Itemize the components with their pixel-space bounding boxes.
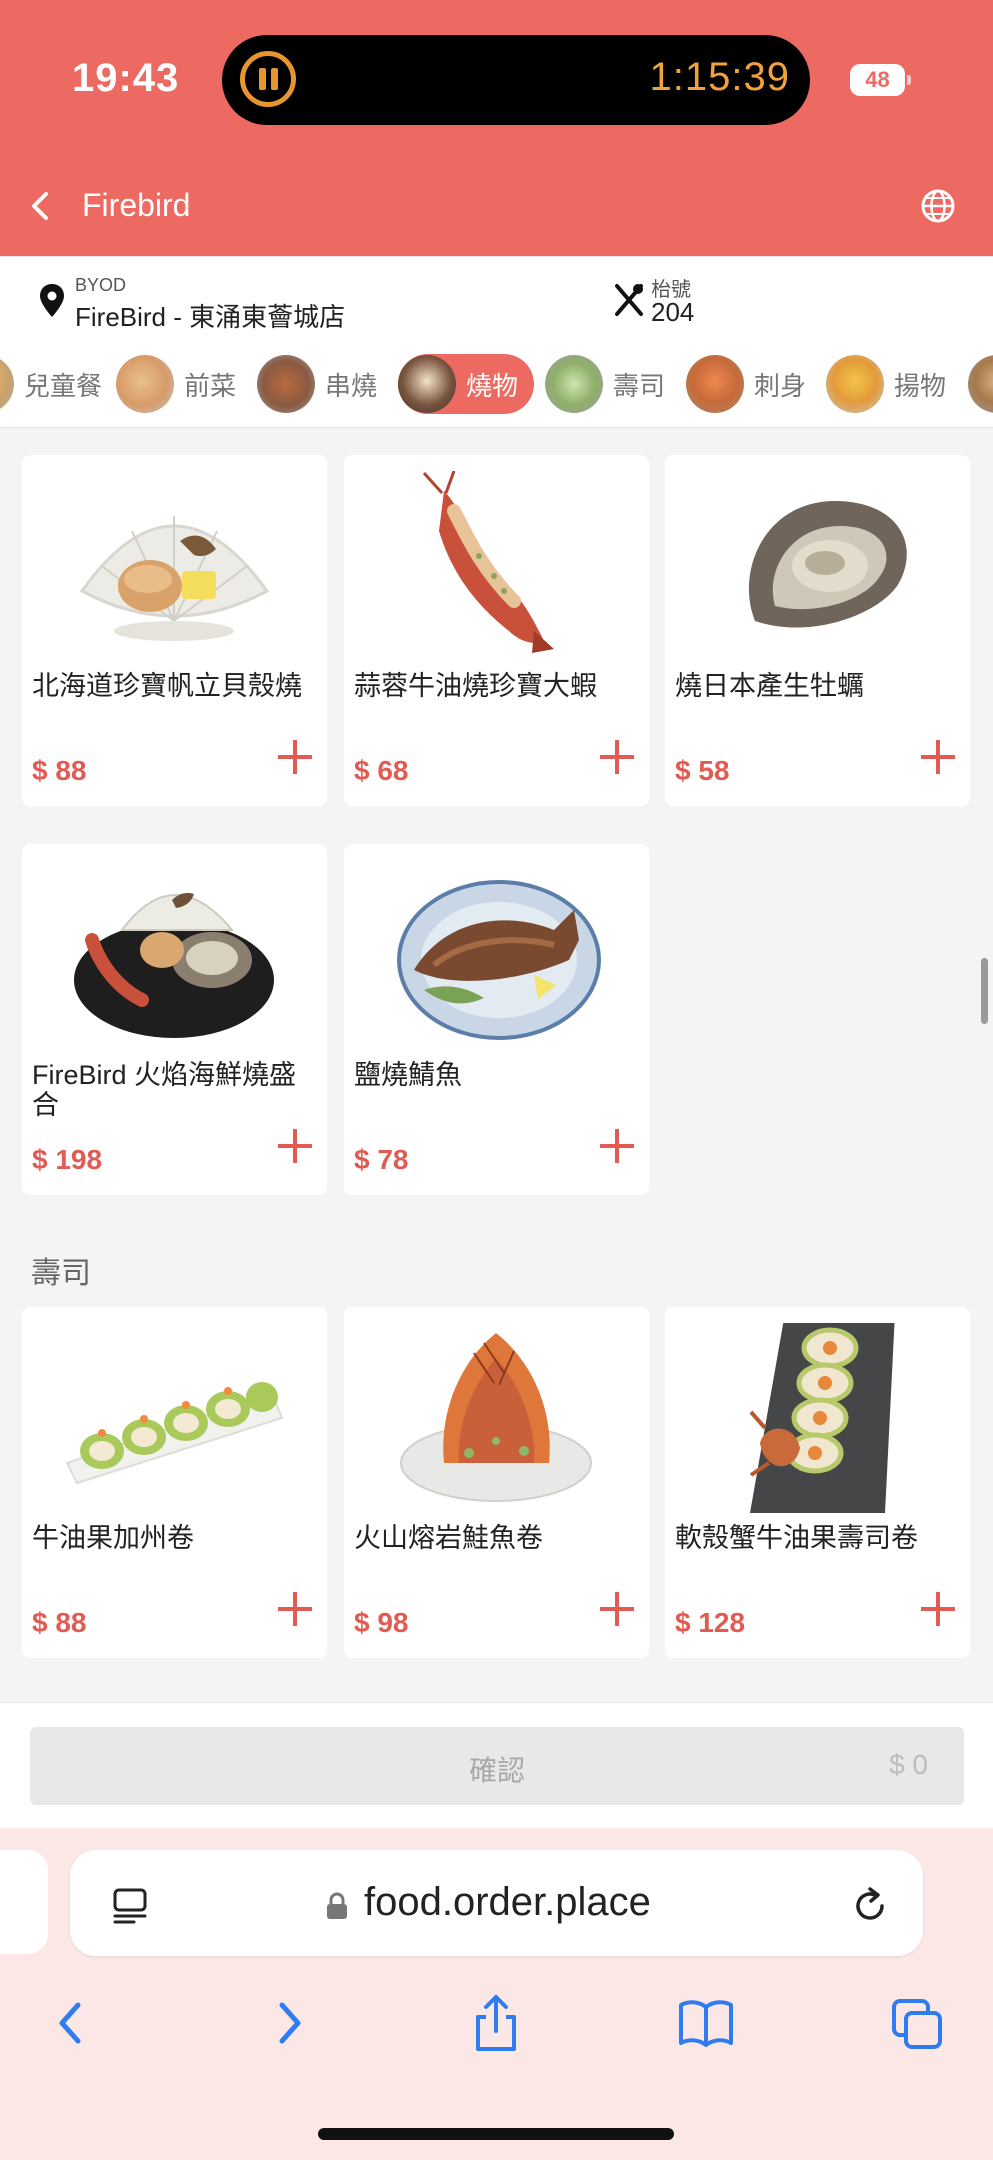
tab-label: 揚物	[894, 370, 947, 401]
item-name: 火山熔岩鮭魚卷	[354, 1523, 543, 1553]
item-price: $ 88	[32, 1607, 87, 1638]
browser-back-icon[interactable]	[44, 1993, 100, 2053]
grilled-mackerel-image	[397, 880, 601, 1040]
battery-icon: 48	[850, 64, 911, 96]
table-number: 204	[651, 297, 695, 327]
appetizer-thumb	[116, 355, 174, 413]
tab-label: 兒童餐	[24, 370, 103, 401]
item-price: $ 128	[675, 1607, 746, 1638]
menu-item-card[interactable]: 北海道珍寶帆立貝殼燒 $ 88	[22, 455, 327, 806]
browser-forward-icon[interactable]	[260, 1993, 316, 2053]
tab-sushi[interactable]: 壽司	[545, 354, 681, 414]
lock-icon	[327, 1892, 347, 1919]
item-price: $ 78	[354, 1144, 409, 1175]
confirm-label: 確認	[468, 1755, 525, 1786]
tab-appetizer[interactable]: 前菜	[116, 354, 252, 414]
add-plus-icon[interactable]	[921, 740, 955, 774]
sashimi-thumb	[686, 355, 744, 413]
item-name: 鹽燒鯖魚	[354, 1060, 462, 1090]
cutlery-icon	[615, 284, 643, 316]
previous-tab-preview[interactable]	[0, 1850, 48, 1954]
timer-pause-icon[interactable]	[240, 51, 296, 107]
menu-item-card[interactable]: 燒日本產生牡蠣 $ 58	[665, 455, 970, 806]
oyster-image	[748, 501, 907, 628]
tab-label: 刺身	[754, 370, 807, 401]
tab-skewers[interactable]: 串燒	[257, 354, 393, 414]
dynamic-island[interactable]: 1:15:39	[222, 35, 810, 125]
tab-label: 前菜	[184, 370, 237, 401]
prawn-image	[422, 471, 554, 653]
seafood-platter-image	[74, 892, 274, 1038]
item-price: $ 98	[354, 1607, 409, 1638]
status-time: 19:43	[72, 56, 180, 100]
menu-item-card[interactable]: 蒜蓉牛油燒珍寶大蝦 $ 68	[344, 455, 649, 806]
grilled-thumb	[398, 355, 456, 413]
url-text: food.order.place	[364, 1880, 651, 1924]
bookmarks-icon[interactable]	[678, 1993, 734, 2053]
volcano-salmon-roll-image	[400, 1333, 592, 1502]
tabs-icon[interactable]	[890, 1993, 946, 2053]
add-plus-icon[interactable]	[600, 1129, 634, 1163]
store-name: FireBird - 東涌東薈城店	[75, 302, 346, 332]
kids-meal-thumb	[0, 355, 14, 413]
add-plus-icon[interactable]	[278, 1129, 312, 1163]
item-name: 蒜蓉牛油燒珍寶大蝦	[354, 671, 597, 701]
store-info-bar: BYOD FireBird - 東涌東薈城店 枱號 204	[0, 256, 993, 340]
scallop-image	[79, 516, 270, 641]
home-indicator[interactable]	[318, 2128, 674, 2140]
item-name: 軟殼蟹牛油果壽司卷	[675, 1523, 918, 1553]
store-label: BYOD	[75, 275, 127, 295]
page-title: Firebird	[82, 187, 191, 223]
item-name: FireBird 火焰海鮮燒盛合	[32, 1060, 297, 1120]
item-price: $ 58	[675, 755, 730, 786]
address-bar[interactable]: food.order.place	[70, 1850, 923, 1956]
fried-thumb	[826, 355, 884, 413]
item-price: $ 198	[32, 1144, 103, 1175]
soft-shell-crab-roll-image	[749, 1323, 895, 1513]
category-tabs[interactable]: 兒童餐 前菜 串燒 燒物 壽司 刺身 揚物	[0, 340, 993, 428]
location-pin-icon	[40, 284, 64, 317]
confirm-button[interactable]: 確認 $ 0	[30, 1727, 964, 1805]
browser-toolbar: food.order.place	[0, 1828, 993, 2160]
item-price: $ 88	[32, 755, 87, 786]
tab-label: 壽司	[613, 370, 666, 401]
share-icon[interactable]	[468, 1993, 524, 2053]
add-plus-icon[interactable]	[278, 740, 312, 774]
add-plus-icon[interactable]	[600, 1592, 634, 1626]
tab-sashimi[interactable]: 刺身	[686, 354, 822, 414]
tab-label: 串燒	[325, 370, 378, 401]
skewers-thumb	[257, 355, 315, 413]
back-chevron-icon[interactable]	[22, 186, 62, 226]
order-total: $ 0	[889, 1749, 928, 1780]
tab-next-partial[interactable]	[968, 354, 993, 414]
item-name: 燒日本產生牡蠣	[675, 671, 864, 701]
menu-item-card[interactable]: 軟殼蟹牛油果壽司卷 $ 128	[665, 1307, 970, 1658]
sushi-thumb	[545, 355, 603, 413]
page-menu-icon[interactable]	[110, 1885, 150, 1925]
tab-label: 燒物	[466, 370, 519, 401]
menu-item-card[interactable]: 火山熔岩鮭魚卷 $ 98	[344, 1307, 649, 1658]
tab-kids-meal[interactable]: 兒童餐	[0, 354, 118, 414]
add-plus-icon[interactable]	[600, 740, 634, 774]
add-plus-icon[interactable]	[278, 1592, 312, 1626]
item-name: 北海道珍寶帆立貝殼燒	[32, 671, 302, 701]
california-roll-image	[65, 1382, 284, 1485]
order-footer: 確認 $ 0	[0, 1702, 993, 1828]
tab-fried[interactable]: 揚物	[826, 354, 962, 414]
scrollbar-thumb[interactable]	[981, 958, 988, 1024]
reload-icon[interactable]	[848, 1884, 892, 1928]
language-globe-icon[interactable]	[918, 186, 958, 226]
add-plus-icon[interactable]	[921, 1592, 955, 1626]
menu-item-card[interactable]: 鹽燒鯖魚 $ 78	[344, 844, 649, 1195]
item-name: 牛油果加州卷	[32, 1523, 194, 1553]
app-header: 19:43 1:15:39 48 Firebird	[0, 0, 993, 256]
item-price: $ 68	[354, 755, 409, 786]
menu-item-card[interactable]: 牛油果加州卷 $ 88	[22, 1307, 327, 1658]
tab-grilled[interactable]: 燒物	[398, 354, 535, 414]
menu-item-card[interactable]: FireBird 火焰海鮮燒盛合 $ 198	[22, 844, 327, 1195]
next-category-thumb	[968, 355, 993, 413]
timer-readout: 1:15:39	[649, 55, 790, 99]
section-title-sushi: 壽司	[31, 1257, 91, 1290]
